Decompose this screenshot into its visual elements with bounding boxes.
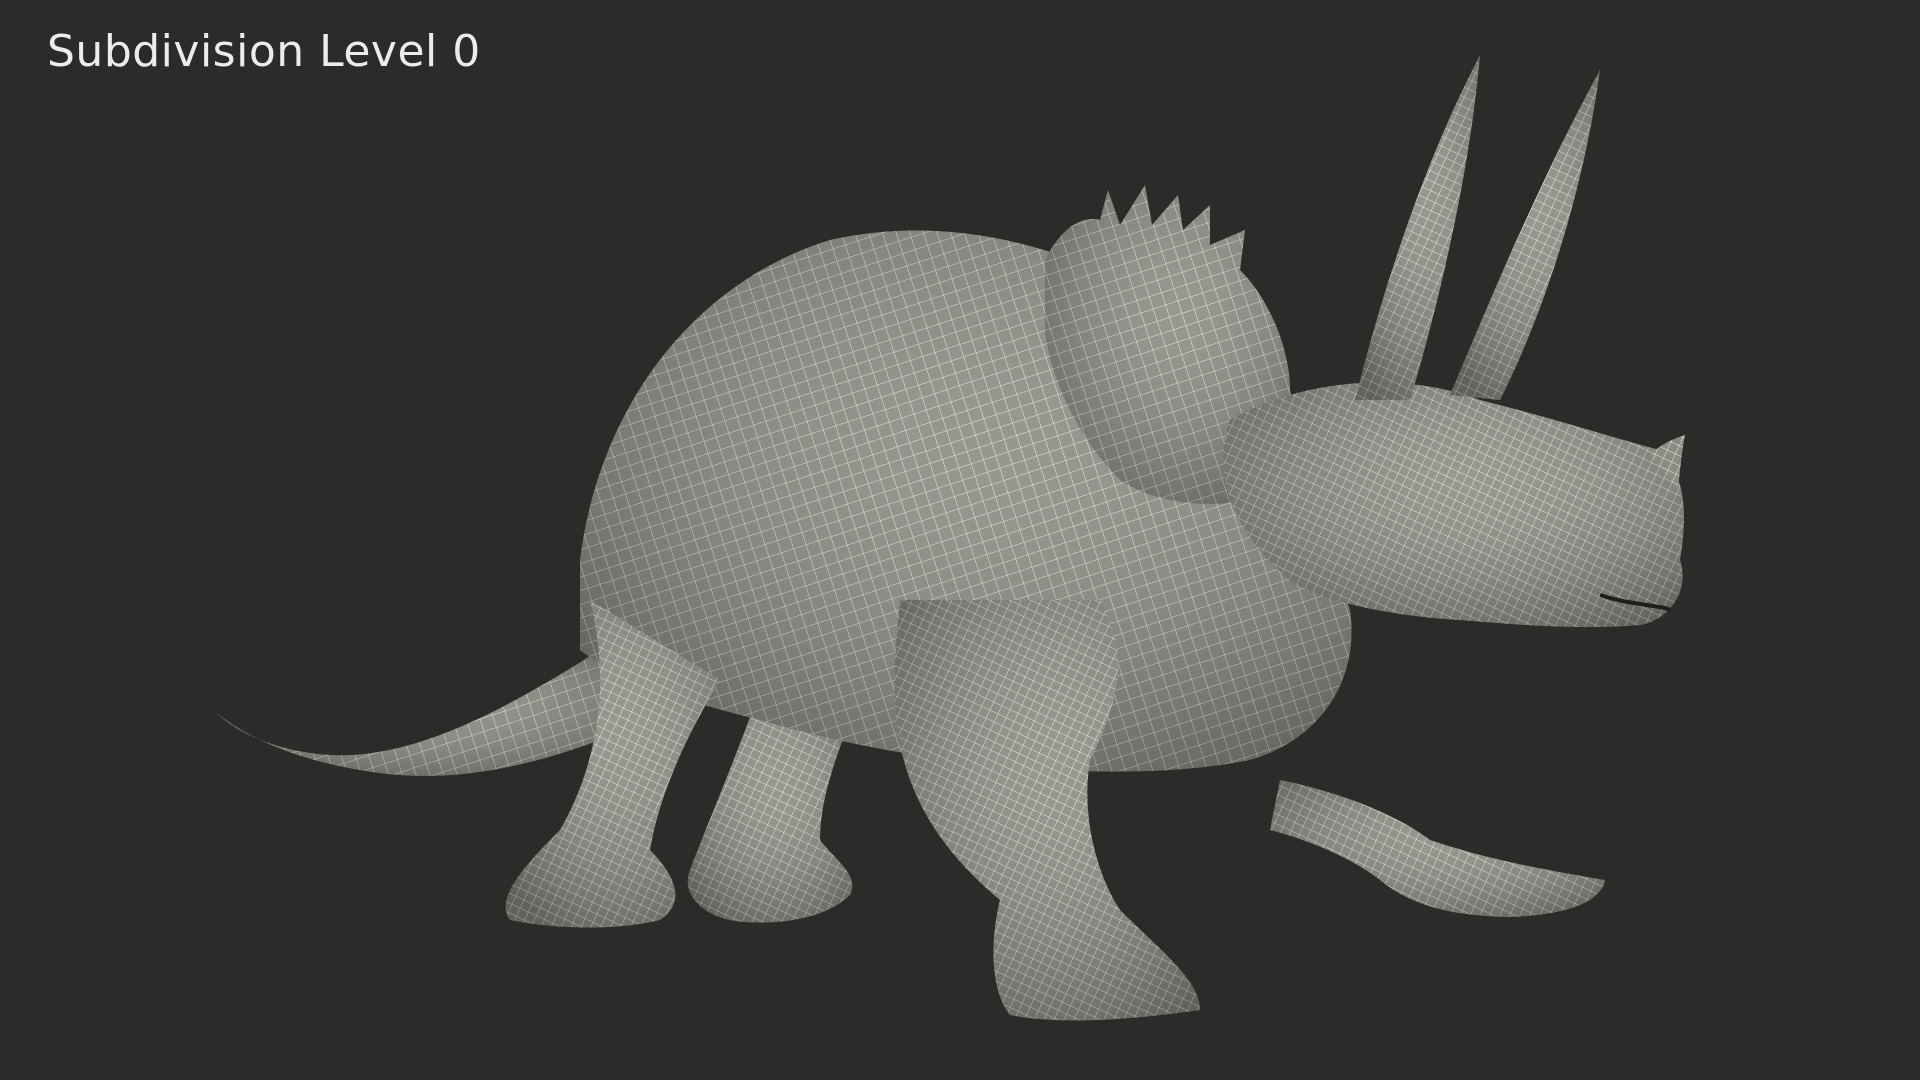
brow-horn-left [1355, 55, 1480, 400]
triceratops-wireframe-model[interactable] [0, 0, 1920, 1080]
tail [215, 650, 600, 776]
3d-viewport[interactable]: Subdivision Level 0 [0, 0, 1920, 1080]
front-right-leg [1270, 780, 1605, 917]
